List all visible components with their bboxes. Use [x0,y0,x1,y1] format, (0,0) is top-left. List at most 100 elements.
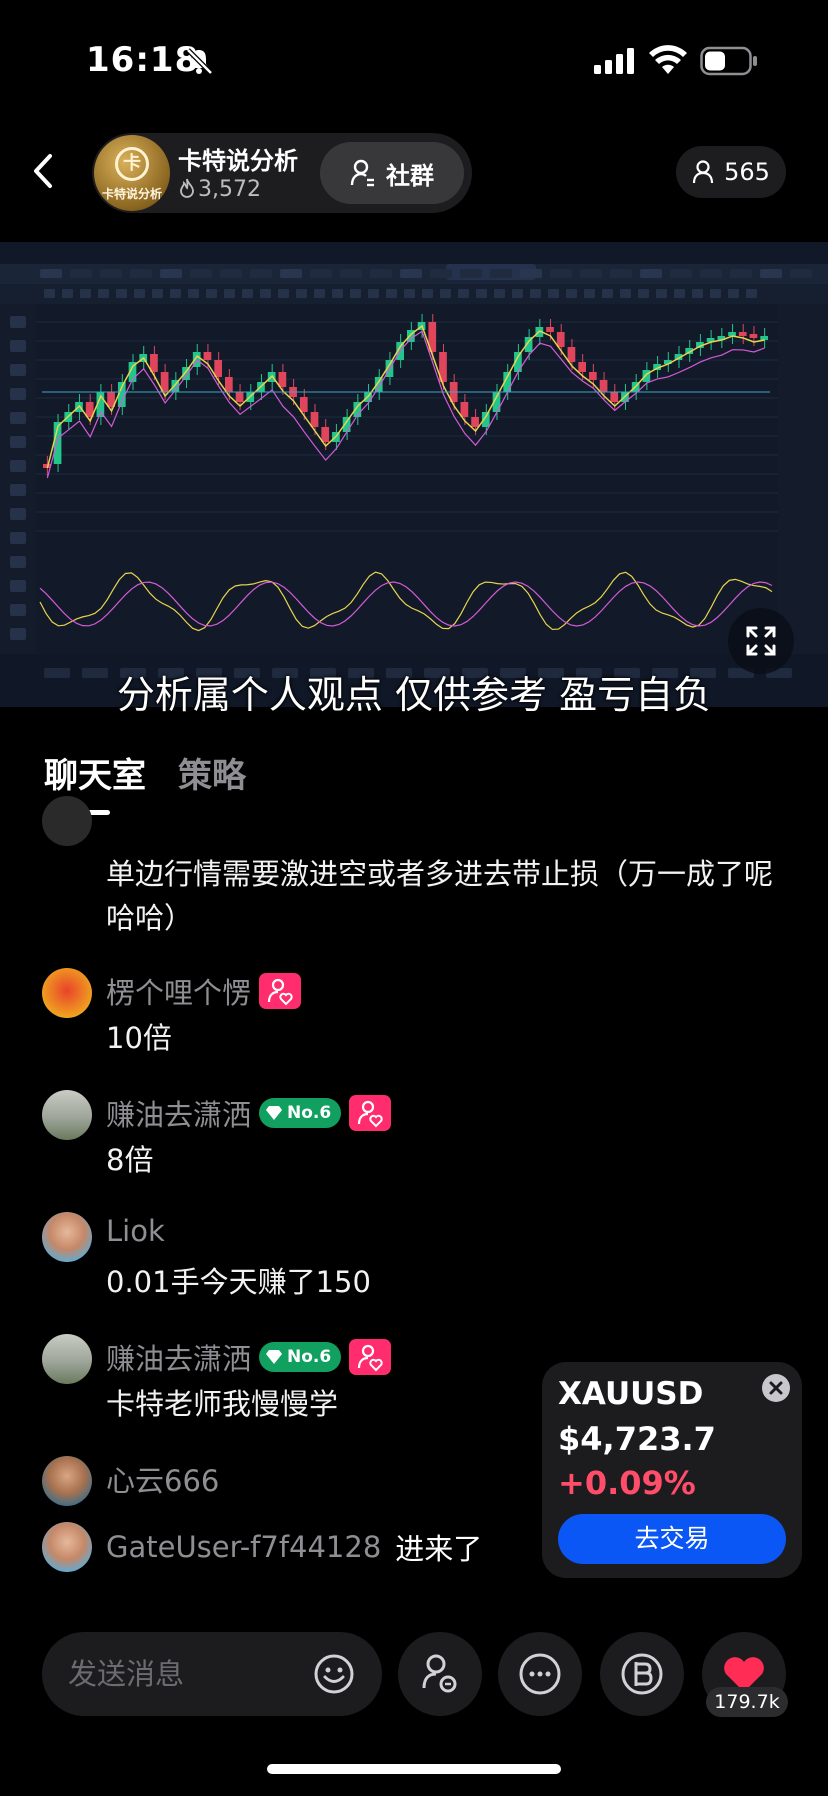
community-button[interactable]: 社群 [320,142,464,204]
ticker-strip-cell [670,269,692,278]
candle-body [278,372,287,387]
status-time: 16:18 [86,40,200,80]
toolbar-button [458,289,469,298]
chat-avatar[interactable] [42,1212,92,1262]
chat-username[interactable]: GateUser-f7f44128 [106,1530,381,1564]
emoji-icon[interactable] [312,1652,356,1696]
chat-avatar[interactable] [42,1090,92,1140]
chat-username-row: 心云666 [106,1458,219,1500]
toolbar-button [548,289,559,298]
toolbar-button [80,289,91,298]
rank-badge-label: No.6 [287,1103,332,1123]
ticker-strip-cell [280,269,302,278]
sidebar-tool [10,628,26,640]
ticker-strip-cell [460,269,482,278]
sidebar-tool [10,436,26,448]
message-input[interactable] [68,1632,328,1716]
host-popularity-value: 3,572 [198,177,261,202]
candle-body [599,380,608,392]
ticker-strip-cell [490,269,512,278]
tab-strategy[interactable]: 策略 [178,748,246,797]
chat-avatar[interactable] [42,1334,92,1384]
toolbar-button [206,289,217,298]
toolbar-button [566,289,577,298]
sidebar-tool [10,388,26,400]
ticker-price: $4,723.7 [558,1420,716,1458]
trade-button[interactable]: 去交易 [558,1514,786,1564]
chat-username[interactable]: 赚油去潇洒 [106,1336,251,1378]
join-text: 进来了 [395,1532,483,1566]
viewer-count-pill[interactable]: 565 [676,146,786,198]
status-bar: 16:18 [0,0,828,120]
toolbar-button [746,289,757,298]
candle-body [738,332,747,336]
fan-heart-badge-icon [259,973,302,1009]
toolbar-button [62,289,73,298]
chat-avatar[interactable] [42,968,92,1018]
chat-avatar[interactable] [42,1456,92,1506]
person-icon [692,160,714,184]
candle-body [310,412,319,427]
ticker-strip-cell [700,269,722,278]
toolbar-button [260,289,271,298]
coin-button[interactable] [600,1632,684,1716]
more-button[interactable] [498,1632,582,1716]
ticker-strip-cell [340,269,362,278]
toolbar-button [476,289,487,298]
community-icon [350,159,374,187]
host-info-pill[interactable]: 卡 卡特说分析 卡特说分析 3,572 社群 [92,133,472,213]
rank-badge-label: No.6 [287,1347,332,1367]
toolbar-button [620,289,631,298]
ticker-symbol: XAUUSD [558,1376,704,1412]
ticker-strip-cell [520,269,542,278]
invite-user-button[interactable] [398,1632,482,1716]
chat-avatar[interactable] [42,1522,92,1572]
stream-chart-graphic [0,242,828,707]
candle-body [567,347,576,362]
ticker-strip-cell [40,269,62,278]
candle-body [214,360,222,377]
toolbar-button [710,289,721,298]
diamond-icon [266,1350,283,1364]
ticker-strip-cell [790,269,812,278]
like-count: 179.7k [706,1687,788,1717]
sidebar-tool [10,556,26,568]
chat-message-text: 10倍 [106,1021,172,1055]
chat-message-text: 单边行情需要激进空或者多进去带止损（万一成了呢哈哈） [106,857,774,935]
back-button[interactable] [26,150,62,192]
battery-icon [700,46,757,76]
ticker-change: +0.09% [558,1464,696,1502]
toolbar-button [692,289,703,298]
toolbar-button [602,289,613,298]
toolbar-button [728,289,739,298]
ticker-strip-cell [640,269,662,278]
ticker-strip-cell [370,269,392,278]
ticker-card[interactable]: XAUUSD $4,723.7 +0.09% 去交易 [542,1362,802,1578]
toolbar-button [134,289,145,298]
toolbar-button [440,289,451,298]
sidebar-tool [10,364,26,376]
candle-body [299,397,308,412]
chat-username[interactable]: Liok [106,1214,165,1248]
sidebar-tool [10,460,26,472]
candle-body [589,372,597,380]
ticker-strip-cell [220,269,242,278]
host-popularity: 3,572 [178,177,261,202]
live-stream-video[interactable] [0,242,828,707]
toolbar-button [368,289,379,298]
more-icon [519,1653,561,1695]
ticker-strip-cell [190,269,212,278]
toolbar-button [44,289,55,298]
chat-username[interactable]: 赚油去潇洒 [106,1092,251,1134]
message-input-container[interactable] [42,1632,382,1716]
chat-username[interactable]: 楞个哩个愣 [106,970,251,1012]
toolbar-button [638,289,649,298]
sidebar-tool [10,604,26,616]
wifi-icon [649,45,687,74]
host-avatar[interactable]: 卡 卡特说分析 [94,135,170,211]
close-icon[interactable] [762,1374,790,1402]
chat-username[interactable]: 心云666 [106,1458,219,1500]
ticker-strip-cell [760,269,782,278]
tab-chat[interactable]: 聊天室 [44,748,146,797]
toolbar-button [242,289,253,298]
